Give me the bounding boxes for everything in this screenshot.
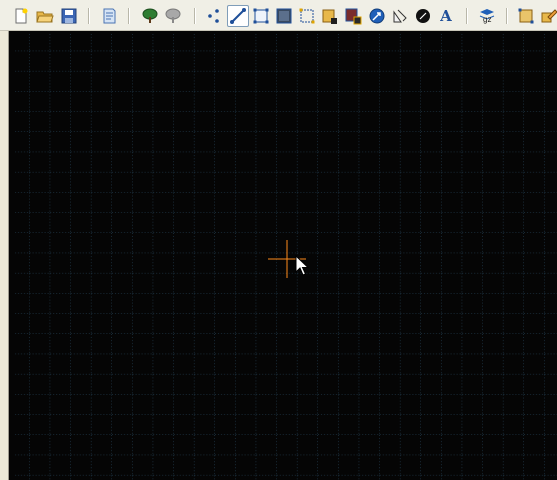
filled-rectangle-icon[interactable] (274, 6, 294, 26)
layer-tool-label: gz (483, 15, 492, 24)
toolbar-separator (128, 8, 129, 24)
new-file-icon[interactable] (11, 6, 31, 26)
polygon-edit-icon[interactable] (343, 6, 363, 26)
shape-draw-icon[interactable] (390, 6, 410, 26)
text-tool-label: A (440, 7, 452, 25)
node-rectangle-icon[interactable] (297, 6, 317, 26)
circle-arrow-icon[interactable] (367, 6, 387, 26)
save-disk-icon[interactable] (59, 6, 79, 26)
toolbar-separator (466, 8, 467, 24)
edit-pencil-icon[interactable] (539, 6, 557, 26)
line-tool-icon[interactable] (227, 5, 249, 27)
layer-tool-icon[interactable]: gz (477, 6, 497, 26)
select-rectangle-icon[interactable] (251, 6, 271, 26)
mouse-pointer-icon (295, 255, 309, 276)
text-tool-icon[interactable]: A (436, 6, 456, 26)
polygon-tool-icon[interactable] (320, 6, 340, 26)
open-folder-icon[interactable] (35, 6, 55, 26)
points-tool-icon[interactable] (203, 6, 223, 26)
drawing-canvas[interactable] (9, 31, 557, 480)
tree-green-icon[interactable] (140, 6, 160, 26)
canvas-left-border (0, 31, 9, 480)
frame-tool-icon[interactable] (516, 6, 536, 26)
toolbar-separator (506, 8, 507, 24)
black-circle-icon[interactable] (413, 6, 433, 26)
document-properties-icon[interactable] (99, 6, 119, 26)
main-toolbar: A gz (0, 0, 557, 31)
tree-gray-icon[interactable] (163, 6, 183, 26)
toolbar-separator (88, 8, 89, 24)
toolbar-separator (194, 8, 195, 24)
